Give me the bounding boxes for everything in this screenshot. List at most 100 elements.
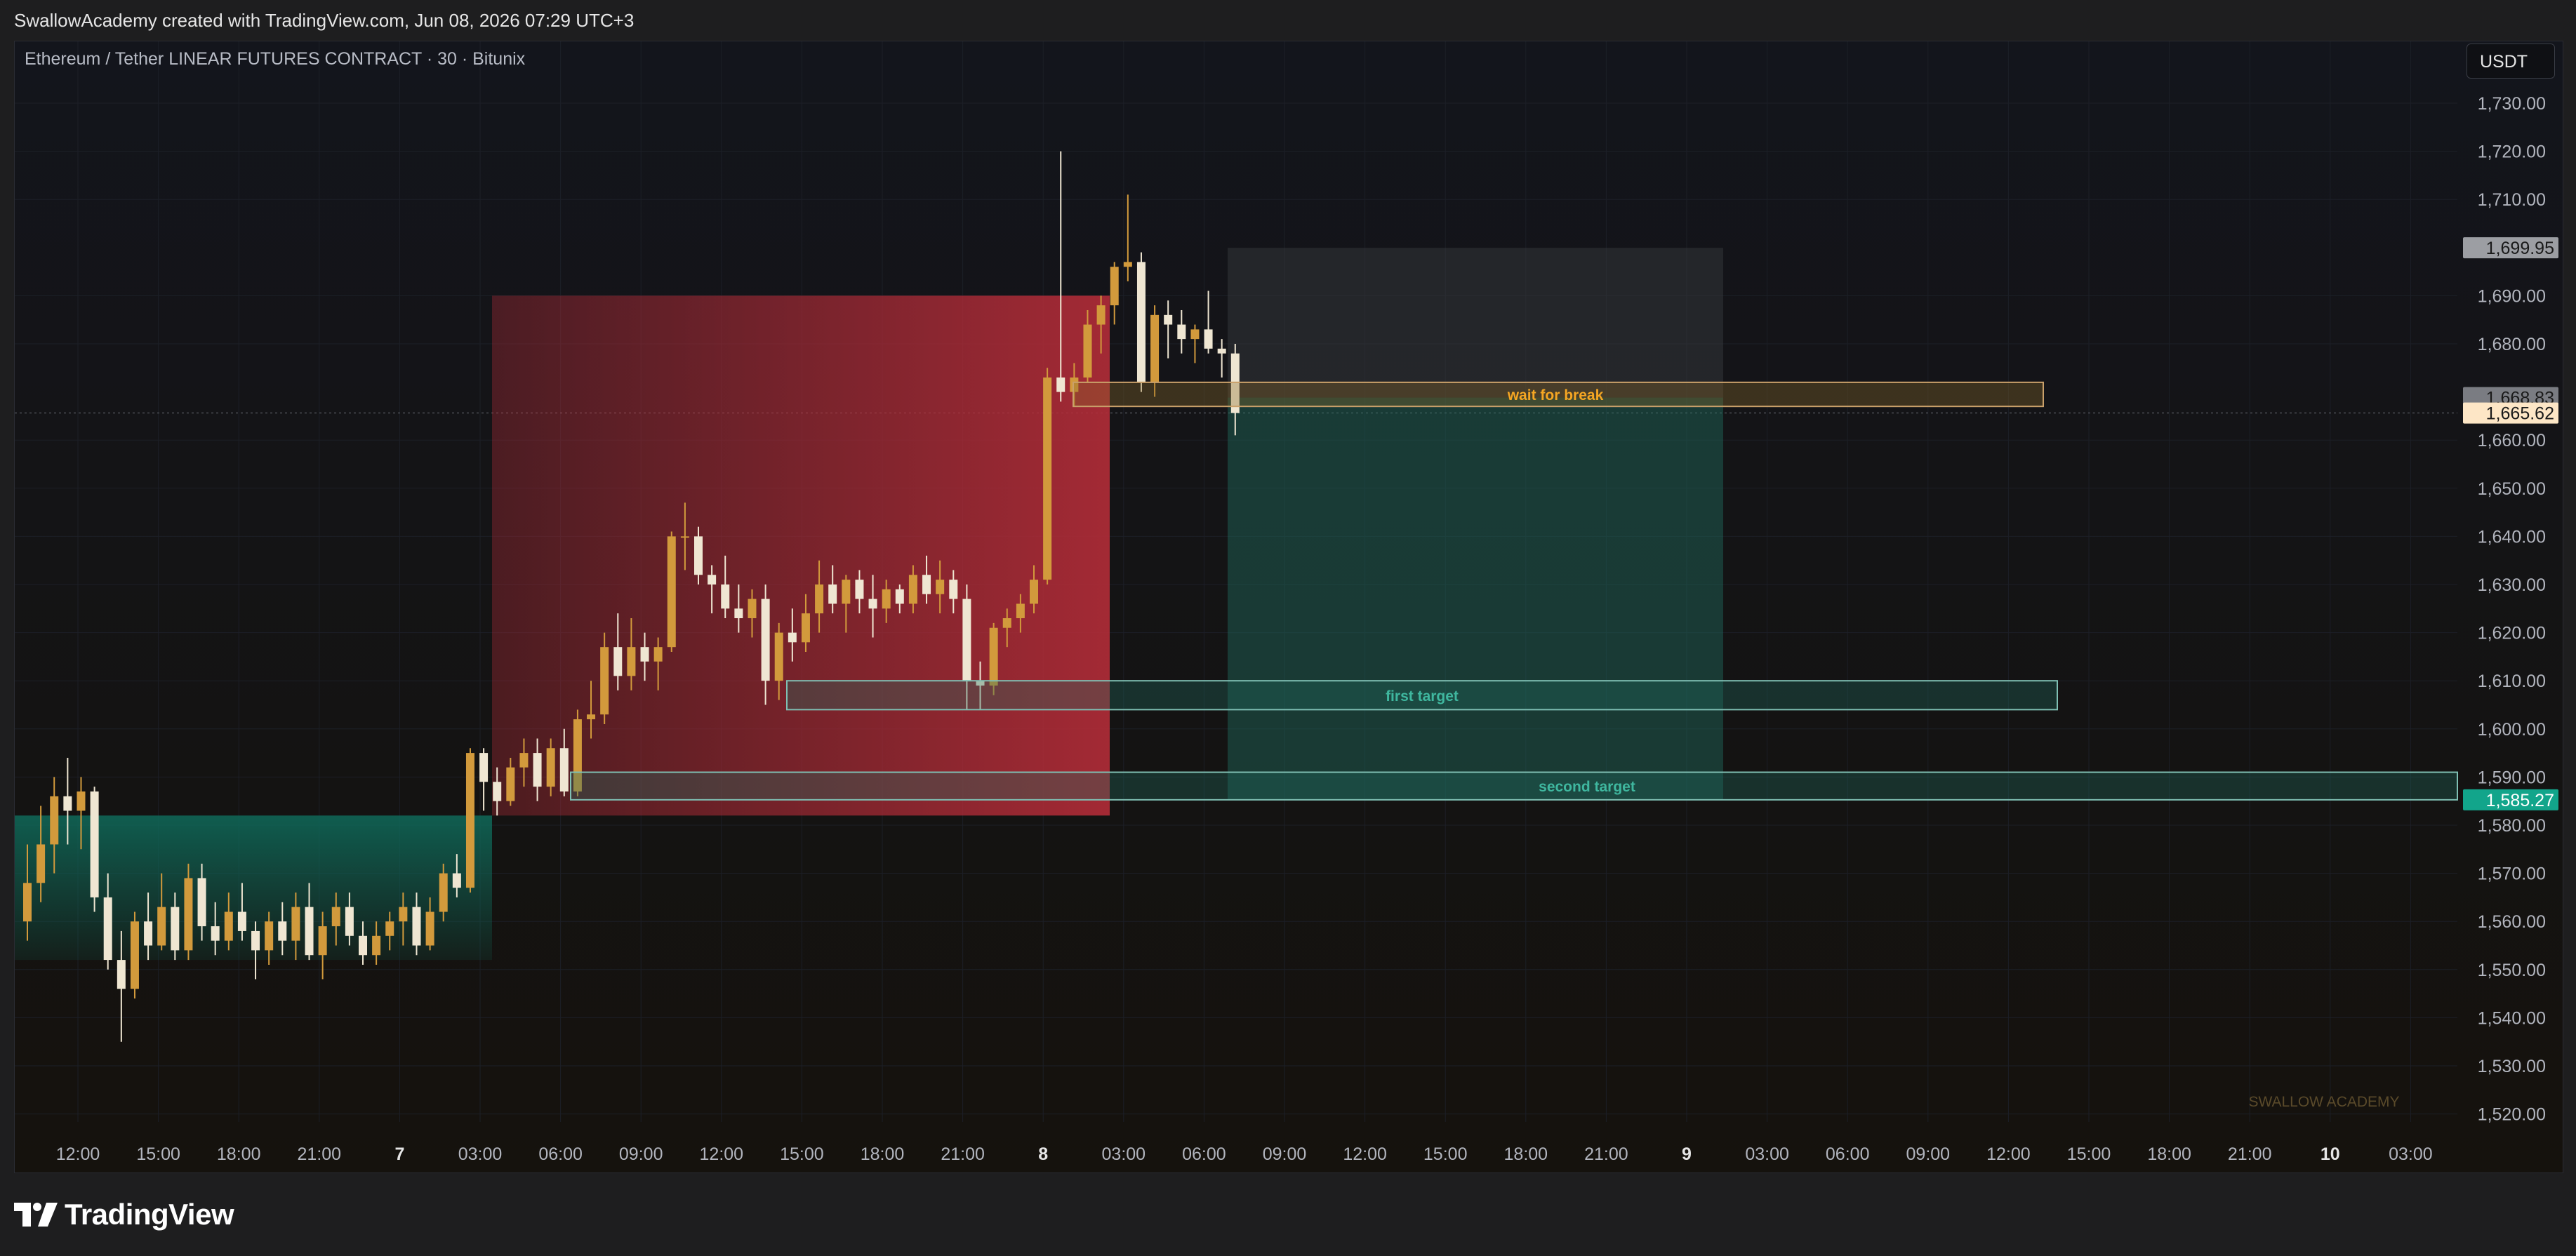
candle-body [63, 796, 72, 811]
candle-body [694, 536, 703, 575]
price-badge-current: 1,665.62 [2463, 402, 2558, 424]
candle-body [1217, 348, 1226, 354]
time-tick-label: 21:00 [2228, 1144, 2272, 1164]
candle-body [1043, 378, 1052, 580]
candle-body [90, 791, 99, 897]
candle-body [1083, 324, 1092, 378]
first-target-label: first target [1386, 688, 1459, 704]
candle-body [144, 921, 153, 946]
time-tick-label: 06:00 [1826, 1144, 1870, 1164]
candle-body [855, 580, 864, 599]
candle-body [761, 599, 770, 681]
price-tick-label: 1,520.00 [2478, 1105, 2546, 1125]
candle-body [546, 748, 555, 787]
candle-body [372, 935, 381, 956]
candle-body [50, 796, 59, 845]
price-tick-label: 1,540.00 [2478, 1008, 2546, 1028]
candle-body [439, 873, 448, 912]
candle-body [774, 632, 783, 681]
candle-body [23, 883, 32, 922]
time-tick-label: 18:00 [1504, 1144, 1548, 1164]
price-tick-label: 1,570.00 [2478, 864, 2546, 884]
price-tick-label: 1,650.00 [2478, 479, 2546, 499]
time-tick-label: 15:00 [1423, 1144, 1468, 1164]
candle-body [425, 911, 434, 946]
candle-body [653, 647, 663, 662]
candle-body [519, 753, 529, 768]
candle-body [801, 613, 810, 643]
time-tick-label: 15:00 [136, 1144, 180, 1164]
symbol-legend[interactable]: Ethereum / Tether LINEAR FUTURES CONTRAC… [25, 49, 525, 69]
time-tick-label: 09:00 [619, 1144, 663, 1164]
swallow-academy-watermark: SWALLOW ACADEMY [2248, 1094, 2399, 1110]
candle-body [1164, 314, 1173, 325]
second-target-box [570, 771, 2458, 801]
price-tick-label: 1,690.00 [2478, 286, 2546, 306]
candle-body [1056, 378, 1065, 392]
time-tick-label: 9 [1682, 1144, 1692, 1164]
candle-body [640, 647, 649, 662]
candle-body [882, 589, 891, 609]
candle-body [1016, 603, 1025, 619]
candle-body [936, 580, 945, 594]
candle-body [600, 647, 609, 715]
candle-body [533, 753, 542, 787]
time-tick-label: 06:00 [1182, 1144, 1226, 1164]
candle-body [587, 714, 596, 720]
candle-body [734, 608, 743, 619]
candle-body [922, 575, 931, 594]
candle-body [815, 584, 824, 614]
candle-body [788, 632, 797, 643]
candle [1043, 368, 1052, 584]
candle [90, 787, 99, 912]
candle-body [1136, 262, 1146, 382]
candle-body [949, 580, 958, 599]
candle-body [667, 536, 676, 648]
candle [184, 863, 193, 961]
candle-body [989, 627, 998, 686]
candle-body [77, 791, 86, 811]
time-tick-label: 7 [394, 1144, 404, 1164]
second-target-label: second target [1539, 779, 1635, 795]
footer-bar [0, 1173, 2576, 1256]
candle-body [224, 911, 233, 941]
price-tick-label: 1,580.00 [2478, 816, 2546, 836]
candle-body [627, 647, 636, 676]
price-tick-label: 1,590.00 [2478, 768, 2546, 787]
time-tick-label: 09:00 [1263, 1144, 1307, 1164]
attribution-text: SwallowAcademy created with TradingView.… [14, 10, 635, 31]
price-chart[interactable]: wait for break first target second target S… [15, 41, 2563, 1173]
time-tick-label: 03:00 [458, 1144, 503, 1164]
candle [130, 911, 139, 998]
candle-body [493, 782, 502, 801]
chart-pane[interactable]: wait for break first target second target S… [14, 41, 2563, 1173]
price-tick-label: 1,680.00 [2478, 335, 2546, 354]
candle-body [385, 921, 394, 936]
candle-body [197, 878, 206, 927]
candle-body [721, 584, 730, 609]
tradingview-brand: TradingView [65, 1198, 234, 1231]
candle-body [171, 907, 180, 951]
candle [667, 531, 676, 653]
candle-body [1177, 324, 1186, 340]
candle-body [1096, 305, 1106, 325]
tradingview-logo[interactable]: TradingView [14, 1197, 234, 1232]
wait-for-break-label: wait for break [1507, 387, 1604, 403]
time-tick-label: 21:00 [298, 1144, 342, 1164]
time-tick-label: 12:00 [1343, 1144, 1387, 1164]
candle-body [1030, 580, 1038, 604]
price-tick-label: 1,550.00 [2478, 961, 2546, 980]
price-tick-label: 1,640.00 [2478, 527, 2546, 547]
attribution-bar: SwallowAcademy created with TradingView.… [0, 0, 2576, 41]
candle-body [211, 926, 220, 941]
time-tick-label: 18:00 [2147, 1144, 2191, 1164]
time-tick-label: 12:00 [1986, 1144, 2031, 1164]
candle-body [345, 907, 354, 936]
price-tick-label: 1,710.00 [2478, 190, 2546, 210]
candle [1136, 252, 1146, 392]
currency-button[interactable]: USDT [2467, 44, 2555, 79]
tradingview-logo-icon [14, 1203, 58, 1227]
candle-body [305, 907, 314, 956]
candle-body [117, 960, 126, 989]
candle-body [1123, 262, 1132, 267]
